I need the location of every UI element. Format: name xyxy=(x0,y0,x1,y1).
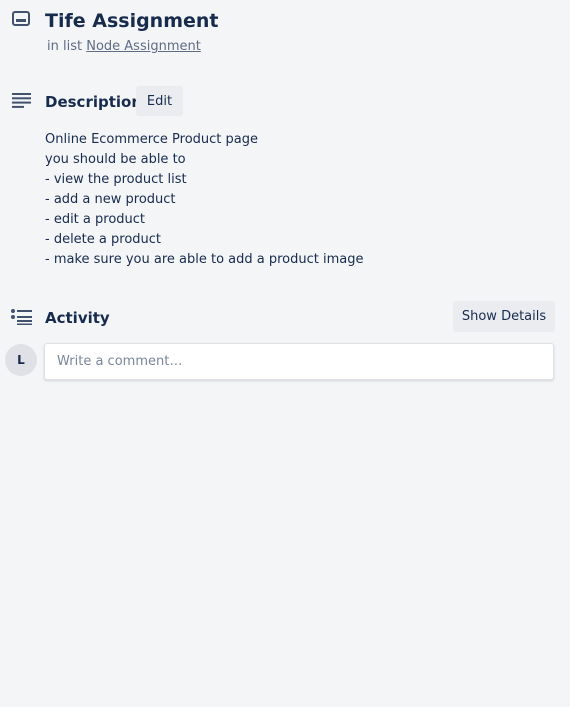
comment-input[interactable] xyxy=(44,343,554,380)
list-link[interactable]: Node Assignment xyxy=(86,39,201,54)
description-line: - view the product list xyxy=(45,172,187,187)
description-line: Online Ecommerce Product page xyxy=(45,132,259,147)
activity-heading: Activity xyxy=(45,309,110,327)
activity-icon xyxy=(11,309,32,325)
edit-description-button[interactable]: Edit xyxy=(136,86,183,116)
list-breadcrumb: in list Node Assignment xyxy=(47,39,201,54)
card-icon xyxy=(12,11,30,26)
description-heading: Description xyxy=(45,93,143,111)
avatar[interactable]: L xyxy=(5,344,37,376)
description-line: - delete a product xyxy=(45,232,162,247)
description-line: - edit a product xyxy=(45,212,146,227)
description-line: - make sure you are able to add a produc… xyxy=(45,252,364,267)
description-body[interactable]: Online Ecommerce Product page you should… xyxy=(45,130,364,270)
show-details-button[interactable]: Show Details xyxy=(453,301,555,332)
in-list-prefix: in list xyxy=(47,39,83,54)
description-icon xyxy=(12,93,31,108)
description-line: you should be able to xyxy=(45,152,186,167)
card-title[interactable]: Tife Assignment xyxy=(45,8,219,34)
description-line: - add a new product xyxy=(45,192,176,207)
